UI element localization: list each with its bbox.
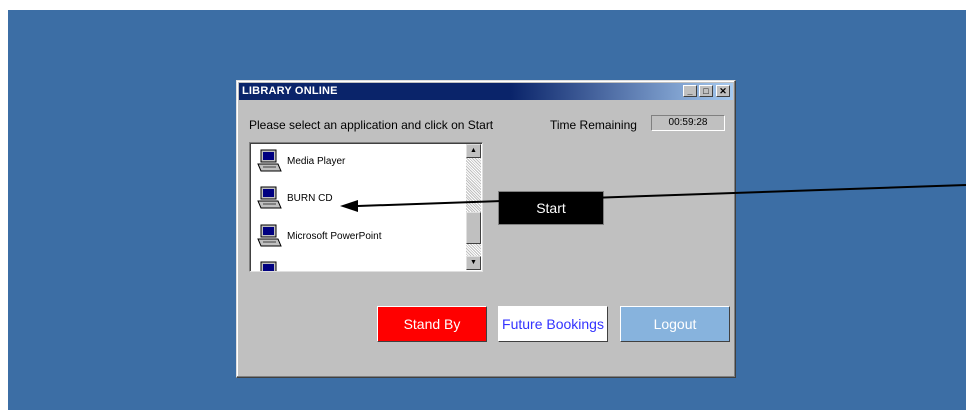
logout-button[interactable]: Logout [620, 306, 730, 342]
maximize-button[interactable]: □ [699, 85, 713, 97]
time-remaining-value: 00:59:28 [651, 115, 725, 131]
computer-icon [257, 149, 282, 172]
close-button[interactable]: ✕ [716, 85, 730, 97]
time-remaining-label: Time Remaining [550, 118, 637, 132]
app-label: Media Player [287, 156, 346, 167]
computer-icon [257, 224, 282, 247]
app-label: Microsoft PowerPoint [287, 231, 382, 242]
scroll-down-button[interactable]: ▼ [466, 256, 481, 270]
instruction-text: Please select an application and click o… [249, 118, 494, 132]
future-bookings-button[interactable]: Future Bookings [498, 306, 608, 342]
title-bar[interactable]: LIBRARY ONLINE _ □ ✕ [239, 83, 733, 100]
list-item-partial[interactable] [256, 260, 456, 271]
minimize-button[interactable]: _ [683, 85, 697, 97]
list-scrollbar[interactable]: ▲ ▼ [466, 144, 481, 270]
list-item-media-player[interactable]: Media Player [256, 148, 456, 176]
start-button[interactable]: Start [498, 191, 604, 225]
scroll-up-button[interactable]: ▲ [466, 144, 481, 158]
list-item-microsoft-powerpoint[interactable]: Microsoft PowerPoint [256, 223, 456, 251]
window-title: LIBRARY ONLINE [242, 85, 338, 97]
list-item-burn-cd[interactable]: BURN CD [256, 185, 456, 213]
library-online-window: LIBRARY ONLINE _ □ ✕ Please select an ap… [236, 80, 736, 378]
stand-by-button[interactable]: Stand By [377, 306, 487, 342]
application-list[interactable]: Media Player BURN CD Microsoft PowerPoin… [249, 142, 483, 272]
app-label: BURN CD [287, 193, 333, 204]
scroll-thumb[interactable] [466, 212, 481, 244]
computer-icon [260, 261, 277, 271]
computer-icon [257, 186, 282, 209]
